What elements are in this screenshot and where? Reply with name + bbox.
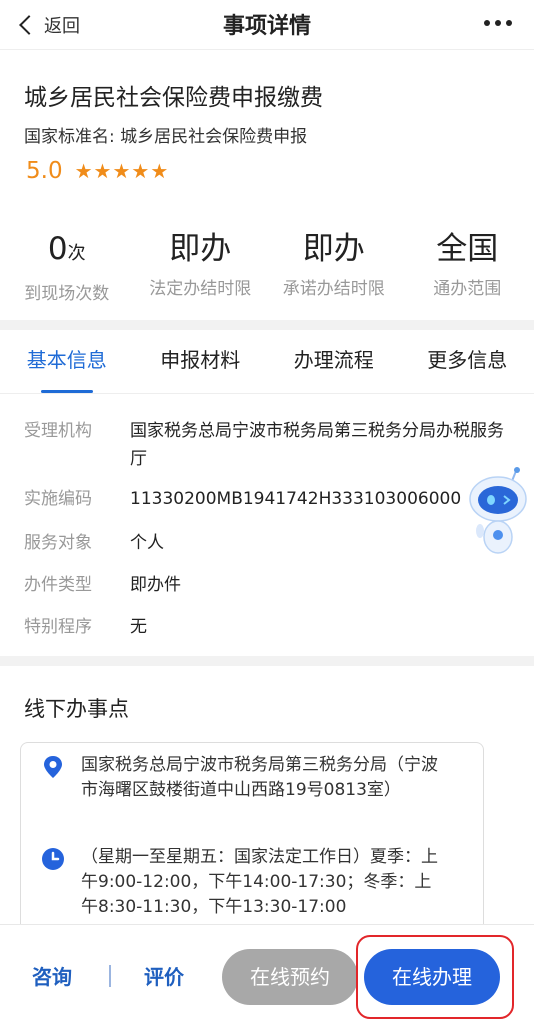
robot-assistant-icon[interactable]	[464, 465, 528, 565]
info-value: 无	[130, 617, 147, 637]
tab-basic-info[interactable]: 基本信息	[0, 330, 134, 393]
info-key: 特别程序	[24, 617, 92, 637]
clock-icon	[42, 848, 64, 870]
star-icon: ★	[93, 159, 112, 183]
section-divider	[0, 656, 534, 666]
star-icon: ★	[150, 159, 169, 183]
info-value: 即办件	[130, 575, 181, 595]
stat-promised-limit: 即办 承诺办结时限	[267, 230, 401, 300]
offline-card: 国家税务总局宁波市税务局第三税务分局（宁波市海曙区鼓楼街道中山西路19号0813…	[20, 742, 484, 942]
stat-legal-limit: 即办 法定办结时限	[134, 230, 268, 300]
tab-process[interactable]: 办理流程	[267, 330, 401, 393]
info-row-code: 实施编码 11330200MB1941742H333103006000	[24, 485, 470, 513]
highlight-box	[356, 935, 514, 1019]
stat-visits: 0次 到现场次数	[0, 230, 134, 304]
evaluate-button[interactable]: 评价	[144, 961, 184, 990]
stat-label: 到现场次数	[24, 284, 110, 304]
page-title: 事项详情	[222, 14, 311, 39]
more-options-icon[interactable]	[484, 20, 512, 26]
stat-label: 承诺办结时限	[282, 279, 385, 299]
separator	[109, 965, 111, 987]
item-name: 城乡居民社会保险费申报缴费	[24, 85, 323, 111]
location-pin-icon	[44, 756, 62, 778]
stat-label: 法定办结时限	[149, 279, 252, 299]
info-value: 11330200MB1941742H333103006000	[130, 489, 462, 509]
star-icon: ★	[112, 159, 131, 183]
stat-unit: 次	[67, 243, 86, 264]
offline-title: 线下办事点	[24, 697, 129, 721]
stat-value: 即办	[169, 231, 232, 267]
star-icon: ★	[131, 159, 150, 183]
tab-more-info[interactable]: 更多信息	[401, 330, 534, 393]
info-key: 实施编码	[24, 489, 92, 509]
consult-button[interactable]: 咨询	[32, 961, 72, 990]
rating-score: 5.0	[26, 158, 63, 184]
tab-bar: 基本信息 申报材料 办理流程 更多信息	[0, 330, 534, 394]
tab-materials[interactable]: 申报材料	[134, 330, 268, 393]
stat-scope: 全国 通办范围	[401, 230, 534, 300]
star-icon: ★	[74, 159, 93, 183]
info-key: 服务对象	[24, 533, 92, 553]
stat-value: 全国	[436, 231, 499, 267]
bottom-action-bar: 咨询 评价 在线预约 在线办理	[0, 924, 534, 1027]
address-line: 国家税务总局宁波市税务局第三税务分局（宁波市海曙区鼓楼街道中山西路19号0813…	[41, 753, 441, 803]
info-row-type: 办件类型 即办件	[24, 571, 510, 599]
address-text: 国家税务总局宁波市税务局第三税务分局（宁波市海曙区鼓楼街道中山西路19号0813…	[81, 755, 438, 800]
info-row-agency: 受理机构 国家税务总局宁波市税务局第三税务分局办税服务厅	[24, 417, 510, 473]
info-row-special: 特别程序 无	[24, 613, 510, 641]
info-key: 办件类型	[24, 575, 92, 595]
info-row-target: 服务对象 个人	[24, 529, 510, 557]
info-key: 受理机构	[24, 421, 92, 441]
info-value: 个人	[130, 533, 164, 553]
online-reserve-button[interactable]: 在线预约	[222, 949, 358, 1005]
rating: 5.0 ★ ★ ★ ★ ★	[26, 158, 169, 184]
info-value: 国家税务总局宁波市税务局第三税务分局办税服务厅	[130, 421, 504, 469]
item-summary: 城乡居民社会保险费申报缴费 国家标准名: 城乡居民社会保险费申报 5.0 ★ ★…	[0, 50, 534, 320]
nav-header: 返回 事项详情	[0, 0, 534, 50]
hours-text: （星期一至星期五：国家法定工作日）夏季：上午9:00-12:00，下午14:00…	[81, 847, 438, 917]
stat-label: 通办范围	[433, 279, 502, 299]
section-divider	[0, 320, 534, 330]
stat-value: 0	[47, 231, 68, 267]
standard-name: 国家标准名: 城乡居民社会保险费申报	[24, 127, 308, 147]
stats-row: 0次 到现场次数 即办 法定办结时限 即办 承诺办结时限 全国 通办范围	[0, 230, 534, 304]
hours-line: （星期一至星期五：国家法定工作日）夏季：上午9:00-12:00，下午14:00…	[41, 845, 441, 920]
stat-value: 即办	[302, 231, 365, 267]
